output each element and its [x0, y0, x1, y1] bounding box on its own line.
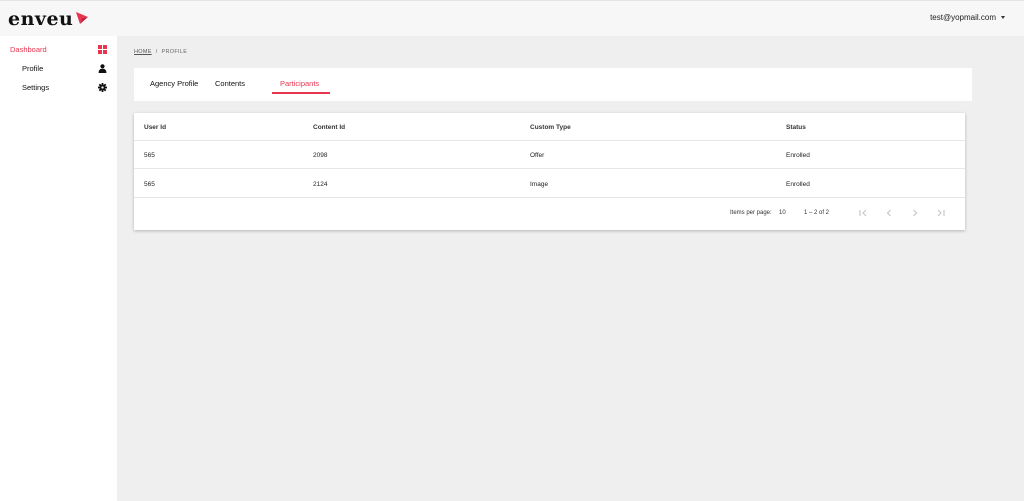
last-page-icon[interactable] — [935, 207, 947, 219]
cell-status: Enrolled — [786, 181, 810, 188]
paginator: Items per page: 10 1 – 2 of 2 — [134, 198, 965, 230]
tab-agency-profile[interactable]: Agency Profile — [150, 79, 198, 93]
column-header-custom-type: Custom Type — [530, 124, 571, 131]
cell-user-id: 565 — [144, 181, 155, 188]
next-page-icon[interactable] — [909, 207, 921, 219]
active-tab-indicator — [272, 92, 330, 94]
page-range-label: 1 – 2 of 2 — [804, 210, 830, 216]
sidebar-item-dashboard[interactable]: Dashboard — [0, 41, 117, 59]
sidebar-item-label: Profile — [22, 64, 44, 73]
user-menu[interactable]: test@yopmail.com — [930, 13, 1005, 22]
chevron-down-icon — [1001, 16, 1005, 19]
breadcrumb-home-link[interactable]: HOME — [134, 49, 152, 55]
breadcrumb-current: PROFILE — [161, 49, 188, 55]
sidebar: Dashboard Profile Settings — [0, 36, 117, 501]
sidebar-item-label: Dashboard — [10, 45, 47, 54]
tab-participants[interactable]: Participants — [280, 79, 319, 93]
column-header-content-id: Content Id — [313, 124, 346, 131]
user-email: test@yopmail.com — [930, 13, 996, 22]
previous-page-icon[interactable] — [883, 207, 895, 219]
participants-table: User Id Content Id Custom Type Status 56… — [134, 113, 965, 230]
table-row[interactable]: 565 2098 Offer Enrolled — [134, 141, 965, 169]
cell-custom-type: Image — [530, 181, 549, 188]
column-header-user-id: User Id — [144, 124, 167, 131]
cell-user-id: 565 — [144, 152, 155, 159]
sidebar-item-settings[interactable]: Settings — [0, 79, 117, 97]
sidebar-item-profile[interactable]: Profile — [0, 60, 117, 78]
tab-bar: Agency Profile Contents Participants — [134, 68, 972, 101]
tab-contents[interactable]: Contents — [215, 79, 245, 93]
logo[interactable]: enveu — [8, 8, 89, 30]
table-row[interactable]: 565 2124 Image Enrolled — [134, 170, 965, 198]
table-header-row: User Id Content Id Custom Type Status — [134, 113, 965, 141]
cell-content-id: 2098 — [313, 152, 328, 159]
page-size-select[interactable]: 10 — [779, 210, 786, 216]
dashboard-icon — [98, 45, 107, 54]
breadcrumb: HOME / PROFILE — [134, 49, 187, 55]
logo-text: enveu — [8, 8, 74, 30]
main-content: HOME / PROFILE Agency Profile Contents Par… — [117, 36, 1024, 501]
cell-custom-type: Offer — [530, 152, 545, 159]
cell-status: Enrolled — [786, 152, 810, 159]
items-per-page-label: Items per page: — [730, 210, 772, 216]
logo-arrow-icon — [76, 12, 89, 24]
sidebar-item-label: Settings — [22, 83, 50, 92]
gear-icon — [98, 83, 107, 92]
person-icon — [98, 64, 107, 73]
cell-content-id: 2124 — [313, 181, 328, 188]
breadcrumb-separator: / — [155, 49, 158, 55]
top-bar: enveu test@yopmail.com — [0, 0, 1024, 36]
column-header-status: Status — [786, 124, 806, 131]
first-page-icon[interactable] — [857, 207, 869, 219]
